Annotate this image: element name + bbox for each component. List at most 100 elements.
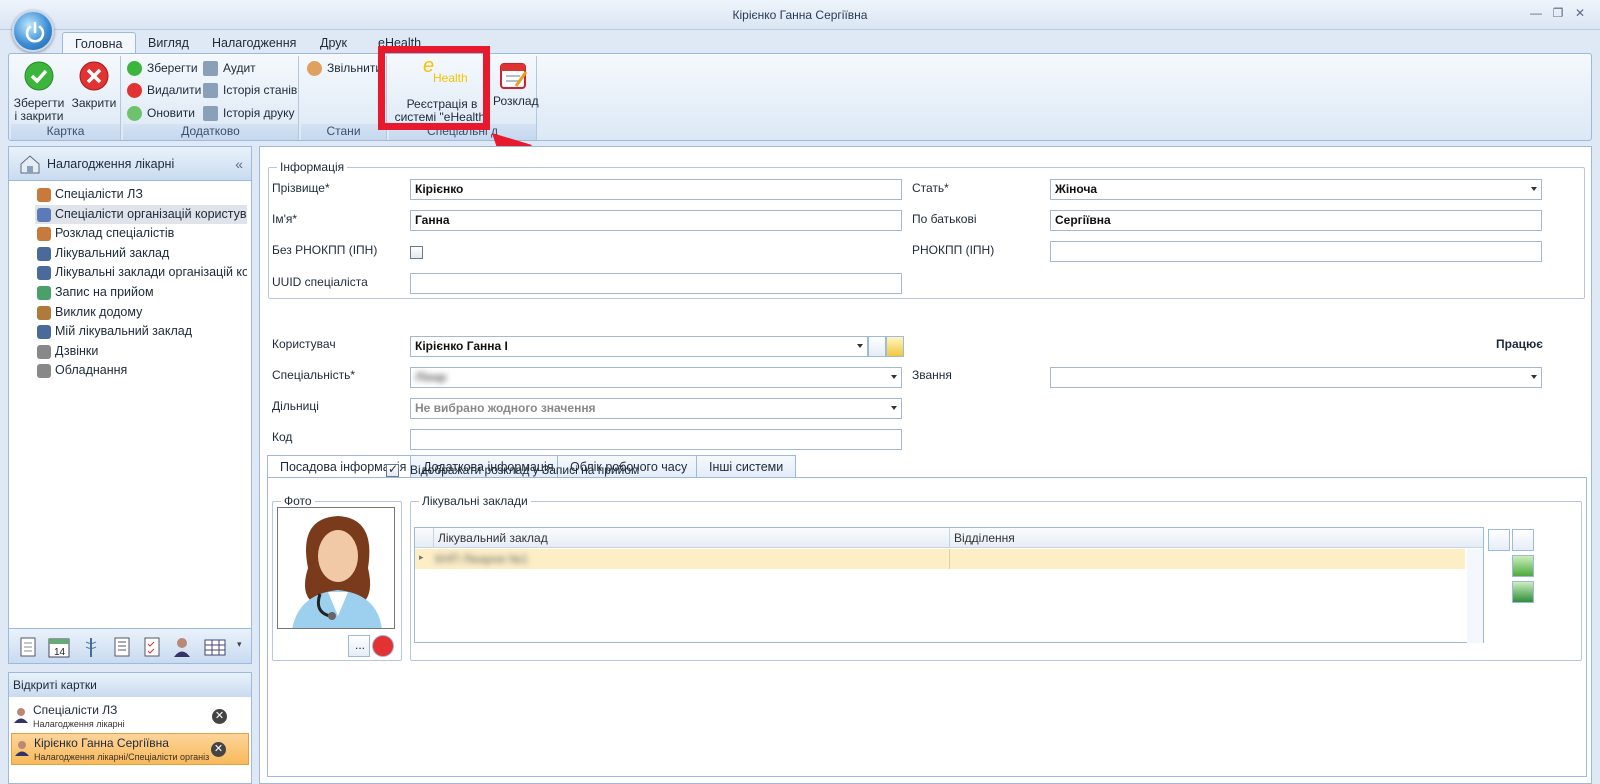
refresh-link-icon[interactable] (1512, 555, 1534, 577)
caduceus-icon[interactable] (81, 636, 101, 658)
group-states: Звільнити Стани (301, 56, 387, 140)
sidebar-item-home-call[interactable]: Виклик додому (35, 303, 247, 322)
tab-view[interactable]: Вигляд (136, 32, 201, 54)
doctor-icon[interactable] (171, 636, 193, 658)
close-card-button[interactable]: Закрити (69, 60, 119, 110)
column-header-department[interactable]: Відділення (949, 528, 1465, 548)
calendar-14-icon[interactable]: 14 (47, 636, 71, 658)
uuid-field[interactable] (410, 273, 902, 294)
user-link-icon[interactable] (868, 336, 886, 357)
power-icon (25, 21, 45, 43)
code-field[interactable] (410, 429, 902, 450)
districts-select[interactable]: Не вибрано жодного значення (410, 398, 902, 419)
refresh-icon (127, 106, 142, 121)
sidebar-item-icon (37, 266, 51, 281)
tab-print[interactable]: Друк (308, 32, 359, 54)
name-field[interactable]: Ганна (410, 210, 902, 231)
dropdown-arrow-icon (891, 375, 897, 379)
show-schedule-checkbox[interactable]: ✓ (386, 462, 399, 477)
nav-icon-bar: 14 ▾ (8, 628, 252, 664)
surname-field[interactable]: Кірієнко (410, 179, 902, 200)
sidebar-item-label: Спеціалісти організацій користувач (55, 206, 247, 221)
document-icon[interactable] (17, 636, 39, 658)
group-card-label: Картка (11, 124, 120, 140)
scrollbar[interactable] (1467, 549, 1483, 643)
tab-home[interactable]: Головна (62, 32, 136, 54)
dropdown-arrow-icon (1531, 375, 1537, 379)
delete-icon (127, 83, 142, 98)
tab-settings[interactable]: Налагодження (200, 32, 308, 54)
no-rnokpp-checkbox[interactable] (410, 246, 423, 259)
sidebar-item-specialists-orgs[interactable]: Спеціалісти організацій користувач (35, 204, 247, 224)
sidebar-item-icon (37, 188, 51, 202)
audit-button[interactable]: Аудит (201, 58, 256, 78)
collapse-icon[interactable]: « (235, 147, 243, 181)
sidebar-item-appointment[interactable]: Запис на прийом (35, 283, 247, 302)
delete-photo-icon[interactable] (372, 635, 394, 657)
doctor-avatar-icon (292, 516, 382, 628)
restore-icon[interactable]: ❐ (1550, 6, 1566, 20)
title-bar: Кірієнко Ганна Сергіївна — ❐ ✕ (0, 0, 1600, 30)
history-states-button[interactable]: Історія станів (201, 80, 297, 100)
rnokpp-field[interactable] (1050, 241, 1542, 262)
doctor-icon (15, 741, 29, 756)
calendar-edit-icon[interactable] (1488, 529, 1510, 551)
sidebar-item-icon (37, 286, 51, 300)
left-nav-panel: Налагодження лікарні « Спеціалісти ЛЗ Спе… (8, 146, 252, 636)
sex-select[interactable]: Жіноча (1050, 179, 1542, 200)
sidebar-item-label: Мій лікувальний заклад (55, 324, 193, 339)
user-select[interactable]: Кірієнко Ганна І (410, 336, 868, 357)
history-print-button[interactable]: Історія друку (201, 103, 294, 123)
close-card-icon[interactable]: ✕ (211, 742, 226, 757)
sidebar-item-specialists-lz[interactable]: Спеціалісти ЛЗ (35, 185, 247, 204)
sidebar-item-medical-facilities-orgs[interactable]: Лікувальні заклади організацій кор (35, 263, 247, 282)
save-button[interactable]: Зберегти (125, 58, 198, 78)
sidebar-item-my-facility[interactable]: Мій лікувальний заклад (35, 322, 247, 341)
specialty-select[interactable]: Лікар (410, 367, 902, 388)
open-card-item[interactable]: Спеціалісти ЛЗ Налагодження лікарні ✕ (11, 701, 249, 733)
tools-icon[interactable] (1512, 529, 1534, 551)
hospital-icon (20, 155, 40, 174)
sidebar-item-calls[interactable]: Дзвінки (35, 342, 247, 361)
sidebar-item-icon (37, 227, 51, 242)
group-extra-label: Додатково (123, 124, 298, 140)
highlight-box (378, 46, 490, 130)
grid-icon[interactable] (203, 636, 229, 658)
browse-photo-button[interactable]: ... (348, 635, 370, 657)
tab-other-systems[interactable]: Інші системи (696, 455, 797, 477)
export-icon[interactable] (1512, 581, 1534, 603)
sidebar-item-label: Обладнання (55, 363, 128, 378)
history-icon (203, 83, 218, 98)
sidebar-item-icon (37, 325, 51, 340)
user-key-icon[interactable] (886, 336, 904, 357)
sidebar-item-label: Виклик додому (55, 304, 143, 319)
rank-select[interactable] (1050, 367, 1542, 388)
minimize-icon[interactable]: — (1528, 6, 1544, 20)
close-card-icon[interactable]: ✕ (212, 709, 227, 724)
print-history-icon (203, 106, 218, 121)
save-close-button[interactable]: Зберегти і закрити (13, 60, 65, 123)
calendar-icon (500, 63, 528, 89)
sidebar-item-label: Лікувальний заклад (55, 245, 170, 260)
checklist-icon[interactable] (141, 636, 163, 658)
sidebar-item-label: Розклад спеціалістів (55, 226, 175, 241)
sidebar-item-icon (37, 364, 51, 379)
patronymic-field[interactable]: Сергіївна (1050, 210, 1542, 231)
sidebar-item-medical-facility[interactable]: Лікувальний заклад (35, 244, 247, 263)
list-icon[interactable] (111, 636, 133, 658)
open-card-item-active[interactable]: Кірієнко Ганна Сергіївна Налагодження лі… (11, 733, 249, 765)
sidebar-item-label: Спеціалісти ЛЗ (55, 187, 143, 201)
column-header-facility[interactable]: Лікувальний заклад (433, 528, 949, 548)
sidebar-item-schedule-specialists[interactable]: Розклад спеціалістів (35, 224, 247, 243)
chevron-down-icon[interactable]: ▾ (237, 639, 242, 650)
table-row[interactable]: ▸ КНП Лікарня №1 (415, 549, 1465, 569)
schedule-button[interactable]: Розклад (493, 60, 539, 108)
facilities-grid: Лікувальний заклад Відділення ▸ КНП Ліка… (414, 527, 1484, 643)
sidebar-item-equipment[interactable]: Обладнання (35, 361, 247, 380)
open-cards-header: Відкриті картки (9, 673, 251, 697)
refresh-button[interactable]: Оновити (125, 103, 195, 123)
delete-button[interactable]: Видалити (125, 80, 201, 100)
dismiss-button[interactable]: Звільнити (305, 58, 382, 78)
app-menu-button[interactable] (12, 10, 54, 52)
close-window-icon[interactable]: ✕ (1572, 6, 1588, 20)
